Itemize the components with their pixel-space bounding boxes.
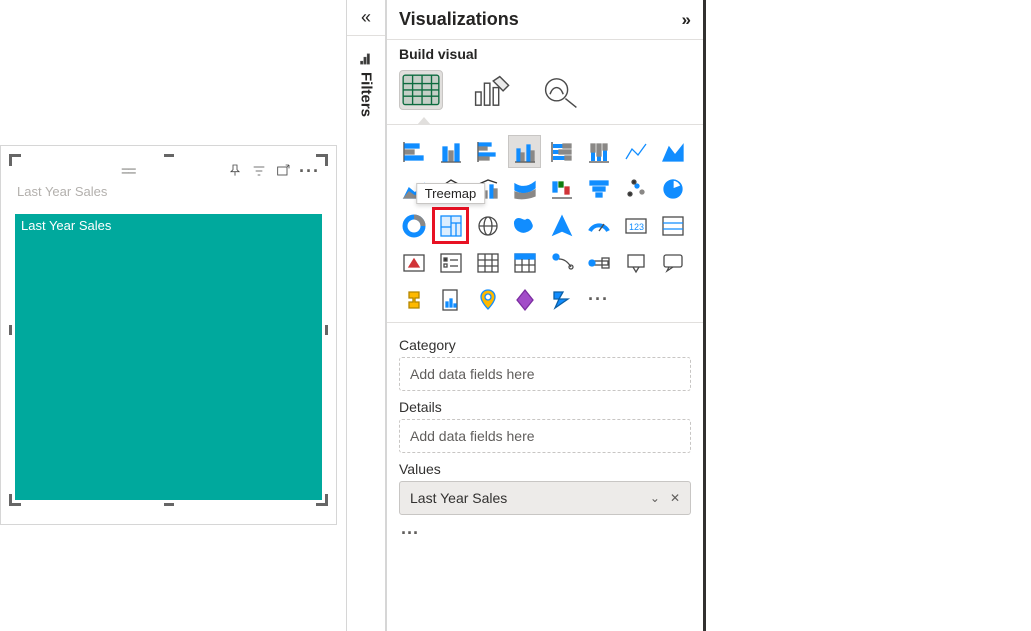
well-field-name: Last Year Sales (410, 490, 507, 506)
well-label-category: Category (399, 337, 691, 353)
well-label-values: Values (399, 461, 691, 477)
azure-map-icon[interactable] (545, 209, 578, 242)
mode-tabs (387, 62, 703, 125)
visual-title: Last Year Sales (13, 184, 324, 203)
ribbon-chart-icon[interactable] (508, 172, 541, 205)
filter-icon[interactable] (251, 163, 267, 179)
clustered-bar-icon[interactable] (471, 135, 504, 168)
arcgis-icon[interactable] (471, 283, 504, 316)
visualizations-title: Visualizations (399, 9, 519, 30)
collapse-filters-button[interactable]: « (347, 0, 385, 36)
field-wells: Category Add data fields here Details Ad… (387, 323, 703, 558)
well-label-details: Details (399, 399, 691, 415)
r-visual-icon[interactable] (545, 246, 578, 279)
clustered-column-icon[interactable] (508, 135, 541, 168)
treemap-visual[interactable]: Last Year Sales (15, 214, 322, 500)
power-automate-icon[interactable] (545, 283, 578, 316)
stacked-bar-icon[interactable] (397, 135, 430, 168)
resize-handle[interactable] (312, 154, 328, 170)
filters-icon (358, 50, 374, 66)
line-chart-icon[interactable] (619, 135, 652, 168)
well-category[interactable]: Add data fields here (399, 357, 691, 391)
well-details[interactable]: Add data fields here (399, 419, 691, 453)
funnel-icon[interactable] (582, 172, 615, 205)
tab-format-visual[interactable] (469, 70, 513, 110)
key-influencers-icon[interactable] (619, 246, 652, 279)
stacked-column-icon[interactable] (434, 135, 467, 168)
chevron-down-icon[interactable]: ⌄ (650, 491, 660, 505)
drag-icon[interactable]: == (121, 163, 135, 180)
card-icon[interactable]: 123 (619, 209, 652, 242)
scatter-icon[interactable] (619, 172, 652, 205)
report-canvas: == ··· Last Year Sales Last Year Sales (0, 145, 337, 525)
decomposition-tree-icon[interactable] (397, 283, 430, 316)
donut-icon[interactable] (397, 209, 430, 242)
expand-pane-button[interactable]: » (682, 10, 691, 30)
filters-pane-collapsed: « Filters (346, 0, 386, 631)
tab-analytics[interactable] (539, 70, 583, 110)
visualizations-pane: Visualizations » Build visual (386, 0, 706, 631)
gauge-icon[interactable] (582, 209, 615, 242)
resize-handle[interactable] (9, 325, 12, 335)
remove-field-icon[interactable]: ✕ (670, 491, 680, 505)
100-stacked-bar-icon[interactable] (545, 135, 578, 168)
treemap-item-label: Last Year Sales (21, 218, 111, 233)
visual-container[interactable]: == ··· Last Year Sales Last Year Sales (13, 158, 324, 502)
area-chart-icon[interactable] (656, 135, 689, 168)
tab-build-visual[interactable] (399, 70, 443, 110)
build-visual-subtitle: Build visual (387, 40, 703, 62)
matrix-icon[interactable] (508, 246, 541, 279)
power-apps-icon[interactable] (508, 283, 541, 316)
table-icon[interactable] (471, 246, 504, 279)
resize-handle[interactable] (9, 154, 25, 170)
visualizations-header: Visualizations » (387, 0, 703, 40)
svg-text:123: 123 (629, 222, 644, 232)
waterfall-icon[interactable] (545, 172, 578, 205)
resize-handle[interactable] (164, 154, 174, 157)
qna-icon[interactable] (656, 246, 689, 279)
100-stacked-column-icon[interactable] (582, 135, 615, 168)
filled-map-icon[interactable] (508, 209, 541, 242)
treemap-icon[interactable]: Treemap (434, 209, 467, 242)
map-icon[interactable] (471, 209, 504, 242)
more-wells-icon[interactable]: ··· (399, 519, 691, 548)
kpi-icon[interactable] (397, 246, 430, 279)
filters-label[interactable]: Filters (358, 50, 375, 117)
treemap-tooltip: Treemap (416, 183, 486, 204)
resize-handle[interactable] (325, 325, 328, 335)
more-visuals-icon[interactable]: ··· (582, 283, 615, 316)
well-values[interactable]: Last Year Sales ⌄ ✕ (399, 481, 691, 515)
multi-row-card-icon[interactable] (656, 209, 689, 242)
pie-icon[interactable] (656, 172, 689, 205)
py-visual-icon[interactable] (582, 246, 615, 279)
resize-handle[interactable] (164, 503, 174, 506)
slicer-icon[interactable] (434, 246, 467, 279)
focus-mode-icon[interactable] (275, 163, 291, 179)
visual-type-gallery: Treemap 123 ··· (387, 125, 703, 323)
pin-icon[interactable] (227, 163, 243, 179)
visual-header: == ··· (13, 158, 324, 184)
paginated-report-icon[interactable] (434, 283, 467, 316)
